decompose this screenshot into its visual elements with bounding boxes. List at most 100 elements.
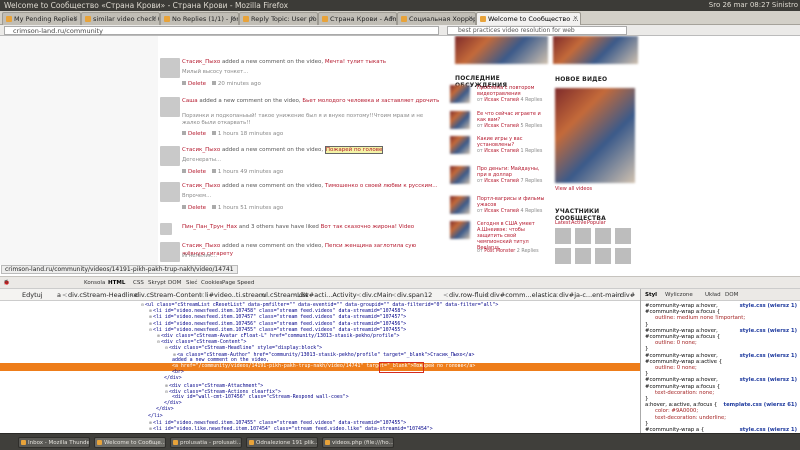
breadcrumb-item[interactable]: div.cStream-Content bbox=[135, 291, 202, 299]
member-tab[interactable]: Latest bbox=[555, 220, 570, 226]
breadcrumb-item[interactable]: div# bbox=[620, 291, 635, 299]
member-avatar[interactable] bbox=[555, 248, 571, 264]
browser-tab[interactable]: Социальная Хоррор-сеть ...✕ bbox=[397, 12, 476, 25]
firebug-tab[interactable]: Konsola bbox=[84, 280, 105, 286]
member-tab[interactable]: Active bbox=[571, 220, 586, 226]
discussion-title[interactable]: Ее что сейчас играете и как вам? bbox=[477, 111, 550, 123]
byline-author[interactable]: Исхак Стапей bbox=[484, 209, 519, 214]
avatar[interactable] bbox=[160, 223, 172, 235]
close-tab-icon[interactable]: ✕ bbox=[310, 13, 315, 25]
byline-author[interactable]: Исхак Стапей bbox=[484, 149, 519, 154]
discussion-thumbnail[interactable] bbox=[450, 136, 470, 154]
firebug-tab[interactable]: DOM bbox=[168, 280, 181, 286]
member-avatar[interactable] bbox=[575, 228, 591, 244]
discussion-title[interactable]: Какие игры у вас установлены? bbox=[477, 136, 550, 148]
member-avatar[interactable] bbox=[575, 248, 591, 264]
delete-link[interactable]: Delete bbox=[188, 81, 206, 87]
close-tab-icon[interactable]: ✕ bbox=[468, 13, 473, 25]
video-thumbnails[interactable] bbox=[555, 88, 635, 183]
close-tab-icon[interactable]: ✕ bbox=[573, 13, 578, 25]
breadcrumb-item[interactable]: div.span12 bbox=[397, 291, 432, 299]
byline-author[interactable]: Post Monster bbox=[484, 249, 515, 254]
avatar[interactable] bbox=[160, 58, 180, 78]
close-tab-icon[interactable]: ✕ bbox=[73, 13, 78, 25]
firebug-tab[interactable]: Skrypt bbox=[148, 280, 166, 286]
author-link[interactable]: Стасик_Пыхо bbox=[182, 243, 220, 249]
close-tab-icon[interactable]: ✕ bbox=[152, 13, 157, 25]
avatar[interactable] bbox=[160, 97, 180, 117]
taskbar-window[interactable]: Inbox - Mozilla Thunderbird bbox=[18, 437, 90, 448]
video-link[interactable]: Тимошенко о своей любви к русским... bbox=[325, 183, 438, 189]
firebug-tab[interactable]: Page Speed bbox=[222, 280, 254, 286]
system-clock[interactable]: Sro 26 mar 08:27 bbox=[709, 0, 770, 11]
firebug-tab[interactable]: Sieć bbox=[186, 280, 197, 286]
banner-image[interactable] bbox=[455, 36, 548, 64]
browser-tab[interactable]: Welcome to Сообщество ... ✕ bbox=[476, 12, 581, 25]
breadcrumb-item[interactable]: div.cStream-Headline bbox=[68, 291, 138, 299]
avatar[interactable] bbox=[160, 182, 180, 202]
author-link[interactable]: Стасик_Пыхо bbox=[182, 59, 220, 65]
css-side-tab[interactable]: Styl bbox=[645, 292, 657, 298]
css-side-tab[interactable]: DOM bbox=[725, 292, 738, 298]
byline-author[interactable]: Исхак Стапей bbox=[484, 124, 519, 129]
delete-link[interactable]: Delete bbox=[188, 169, 206, 175]
author-link[interactable]: Пин_Пан_Трун_Нах bbox=[182, 224, 237, 230]
member-avatar[interactable] bbox=[615, 228, 631, 244]
discussion-thumbnail[interactable] bbox=[450, 166, 470, 184]
firebug-icon[interactable]: 🐞 bbox=[3, 280, 10, 286]
taskbar-window[interactable]: Odnalezione 191 plik... bbox=[246, 437, 318, 448]
discussion-thumbnail[interactable] bbox=[450, 196, 470, 214]
taskbar-window[interactable]: prolusatia - prolusati... bbox=[170, 437, 242, 448]
member-tab[interactable]: Popular bbox=[587, 220, 606, 226]
author-link[interactable]: Саша bbox=[182, 98, 198, 104]
firebug-tab[interactable]: HTML bbox=[108, 280, 125, 286]
html-panel[interactable]: ⊟<ul class="cStreamList cResetList" data… bbox=[0, 301, 640, 433]
author-link[interactable]: Стасик_Пыхо bbox=[182, 183, 220, 189]
member-avatar[interactable] bbox=[615, 248, 631, 264]
view-all-videos-link[interactable]: View all videos bbox=[555, 186, 592, 192]
browser-tab[interactable]: Reply Topic: User posted co...✕ bbox=[239, 12, 318, 25]
firebug-tab[interactable]: CSS bbox=[133, 280, 144, 286]
breadcrumb-item[interactable]: div.cMain bbox=[362, 291, 392, 299]
close-tab-icon[interactable]: ✕ bbox=[231, 13, 236, 25]
taskbar-window[interactable]: videos.php (file:///ho... bbox=[322, 437, 394, 448]
css-side-tab[interactable]: Układ bbox=[705, 292, 721, 298]
breadcrumb-item[interactable]: div#comm...elastica bbox=[490, 291, 557, 299]
video-link[interactable]: Мечта! тулит тыкать bbox=[325, 59, 386, 65]
search-bar[interactable]: best practices video resolution for web bbox=[447, 26, 627, 35]
discussion-title[interactable]: Портл-вагрисы и фильмы ужасов bbox=[477, 196, 550, 208]
member-avatar[interactable] bbox=[595, 228, 611, 244]
byline-author[interactable]: Исхак Стапей bbox=[484, 179, 519, 184]
discussion-thumbnail[interactable] bbox=[450, 111, 470, 129]
firebug-tab[interactable]: Cookies bbox=[201, 280, 223, 286]
close-tab-icon[interactable]: ✕ bbox=[389, 13, 394, 25]
video-link[interactable]: Пожарей по голове bbox=[324, 146, 384, 154]
browser-tab[interactable]: My Pending Replies ✕ bbox=[2, 12, 81, 25]
browser-tab[interactable]: similar video check (1/1) - J...✕ bbox=[81, 12, 160, 25]
breadcrumb-item[interactable]: a bbox=[57, 291, 61, 299]
avatar[interactable] bbox=[160, 242, 180, 262]
discussion-thumbnail[interactable] bbox=[450, 221, 470, 239]
video-link[interactable]: Бьет молодого человека и заставляет дроч… bbox=[302, 98, 439, 104]
system-user[interactable]: Sinistro bbox=[772, 0, 798, 11]
browser-tab[interactable]: No Replies (1/1) - JomSocia...✕ bbox=[160, 12, 239, 25]
css-side-tab[interactable]: Wyliczone bbox=[665, 292, 693, 298]
html-node[interactable]: ⊞<li id="video.like.newsfeed.item.107454… bbox=[0, 425, 640, 433]
discussion-thumbnail[interactable] bbox=[450, 85, 470, 103]
discussion-title[interactable]: Сегодня в США умеет A.Шнеивэк: чтобы защ… bbox=[477, 221, 550, 251]
taskbar-window[interactable]: Welcome to Сообще... bbox=[94, 437, 166, 448]
breadcrumb-item[interactable]: div.row-fluid bbox=[449, 291, 489, 299]
avatar[interactable] bbox=[160, 146, 180, 166]
discussion-title[interactable]: Проблема с повтором видеотравления bbox=[477, 85, 550, 97]
edit-button[interactable]: Edytuj bbox=[22, 291, 43, 299]
url-bar[interactable]: crimson-land.ru/community bbox=[4, 26, 439, 35]
member-avatar[interactable] bbox=[555, 228, 571, 244]
video-link[interactable]: Вот так сказочно жирона! Video bbox=[321, 224, 414, 230]
author-link[interactable]: Стасик_Пыхо bbox=[182, 147, 220, 153]
video-banner-image[interactable] bbox=[553, 36, 638, 64]
delete-link[interactable]: Delete bbox=[188, 205, 206, 211]
delete-link[interactable]: Delete bbox=[188, 131, 206, 137]
breadcrumb-item[interactable]: div#acti...Activity bbox=[299, 291, 357, 299]
discussion-title[interactable]: Про деньги: Майдауны, при в доллар bbox=[477, 166, 550, 178]
breadcrumb-item[interactable]: div#ja-c...ent-main bbox=[559, 291, 621, 299]
